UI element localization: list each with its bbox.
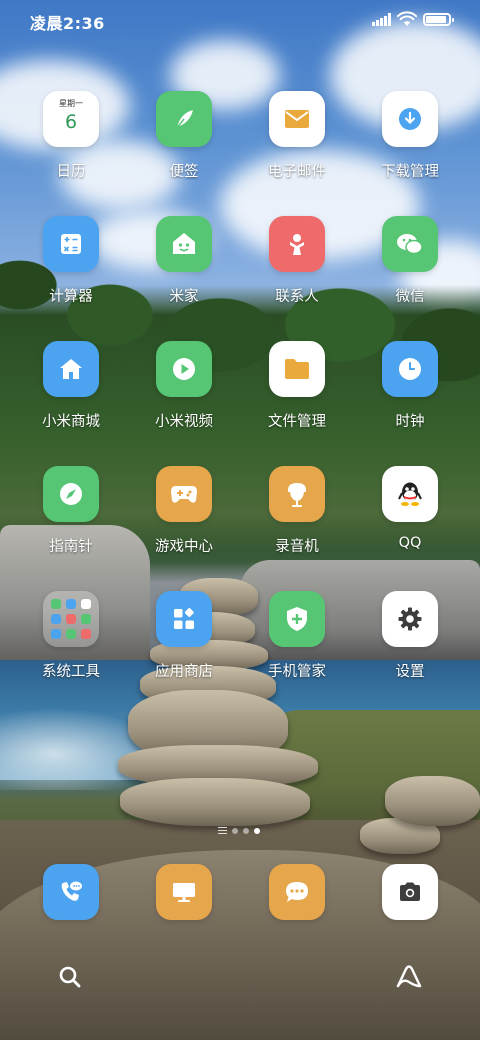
mijia-icon	[156, 216, 212, 272]
app-label: 联系人	[275, 289, 319, 305]
app-label: 时钟	[395, 414, 425, 430]
recorder-icon	[269, 466, 325, 522]
search-icon	[59, 966, 81, 988]
app-label: 系统工具	[42, 664, 100, 680]
app-label: 录音机	[275, 539, 319, 555]
battery-icon	[423, 13, 454, 26]
page-dot	[243, 828, 249, 834]
app-label: 便签	[169, 164, 199, 180]
app-calendar[interactable]: 星期一 6 日历	[21, 91, 121, 181]
messages-icon	[269, 864, 325, 920]
email-icon	[269, 91, 325, 147]
app-contacts[interactable]: 联系人	[247, 216, 347, 306]
signal-icon	[372, 13, 392, 26]
app-label: 米家	[169, 289, 199, 305]
wechat-icon	[382, 216, 438, 272]
notes-icon	[156, 91, 212, 147]
file-manager-icon	[269, 341, 325, 397]
status-bar: 凌晨2:36	[0, 0, 480, 40]
app-game-center[interactable]: 游戏中心	[134, 466, 234, 556]
security-icon	[269, 591, 325, 647]
pages-overview-icon	[218, 827, 227, 834]
app-system-tools-folder[interactable]: 系统工具	[21, 591, 121, 681]
clock-icon	[382, 341, 438, 397]
camera-icon	[382, 864, 438, 920]
app-label: 微信	[395, 289, 425, 305]
calculator-icon	[43, 216, 99, 272]
browser-icon	[156, 864, 212, 920]
folder-mini-icon	[51, 599, 61, 609]
search-button[interactable]	[50, 957, 90, 997]
folder-mini-icon	[66, 614, 76, 624]
app-recorder[interactable]: 录音机	[247, 466, 347, 556]
folder-mini-icon	[81, 614, 91, 624]
settings-icon	[382, 591, 438, 647]
app-security[interactable]: 手机管家	[247, 591, 347, 681]
app-settings[interactable]: 设置	[360, 591, 460, 681]
app-download[interactable]: 下载管理	[360, 91, 460, 181]
app-label: 文件管理	[268, 414, 326, 430]
app-label: 游戏中心	[155, 539, 213, 555]
download-icon	[382, 91, 438, 147]
game-center-icon	[156, 466, 212, 522]
phone-icon	[43, 864, 99, 920]
app-label: 下载管理	[381, 164, 439, 180]
app-label: 应用商店	[155, 664, 213, 680]
app-mijia[interactable]: 米家	[134, 216, 234, 306]
app-file-manager[interactable]: 文件管理	[247, 341, 347, 431]
app-compass[interactable]: 指南针	[21, 466, 121, 556]
mi-store-icon	[43, 341, 99, 397]
app-label: 计算器	[49, 289, 93, 305]
contacts-icon	[269, 216, 325, 272]
calendar-weekday: 星期一	[59, 99, 83, 108]
system-tools-folder-icon	[43, 591, 99, 647]
qq-icon	[382, 466, 438, 522]
dock-camera[interactable]	[360, 864, 460, 920]
dock-phone[interactable]	[21, 864, 121, 920]
ai-assistant-icon	[396, 965, 422, 988]
page-dot	[232, 828, 238, 834]
app-label: 设置	[395, 664, 425, 680]
page-indicator[interactable]	[218, 826, 264, 836]
app-mi-video[interactable]: 小米视频	[134, 341, 234, 431]
app-label: 小米商城	[42, 414, 100, 430]
folder-mini-icon	[81, 629, 91, 639]
wifi-icon	[397, 11, 417, 26]
app-mi-store[interactable]: 小米商城	[21, 341, 121, 431]
app-label: QQ	[398, 535, 422, 551]
folder-mini-icon	[51, 614, 61, 624]
app-clock[interactable]: 时钟	[360, 341, 460, 431]
folder-mini-icon	[66, 629, 76, 639]
calendar-icon: 星期一 6	[43, 91, 99, 147]
calendar-date: 6	[64, 111, 78, 133]
dock-browser[interactable]	[134, 864, 234, 920]
app-notes[interactable]: 便签	[134, 91, 234, 181]
app-calculator[interactable]: 计算器	[21, 216, 121, 306]
app-wechat[interactable]: 微信	[360, 216, 460, 306]
app-label: 手机管家	[268, 664, 326, 680]
app-app-store[interactable]: 应用商店	[134, 591, 234, 681]
assistant-button[interactable]	[389, 957, 429, 997]
folder-mini-icon	[51, 629, 61, 639]
folder-mini-icon	[66, 599, 76, 609]
app-qq[interactable]: QQ	[360, 466, 460, 551]
mi-video-icon	[156, 341, 212, 397]
app-label: 电子邮件	[268, 164, 326, 180]
status-time: 凌晨2:36	[30, 14, 105, 33]
page-dot-active	[254, 828, 260, 834]
dock-messages[interactable]	[247, 864, 347, 920]
app-label: 指南针	[49, 539, 93, 555]
app-store-icon	[156, 591, 212, 647]
folder-mini-icon	[81, 599, 91, 609]
compass-icon	[43, 466, 99, 522]
app-label: 小米视频	[155, 414, 213, 430]
app-email[interactable]: 电子邮件	[247, 91, 347, 181]
app-label: 日历	[56, 164, 86, 180]
